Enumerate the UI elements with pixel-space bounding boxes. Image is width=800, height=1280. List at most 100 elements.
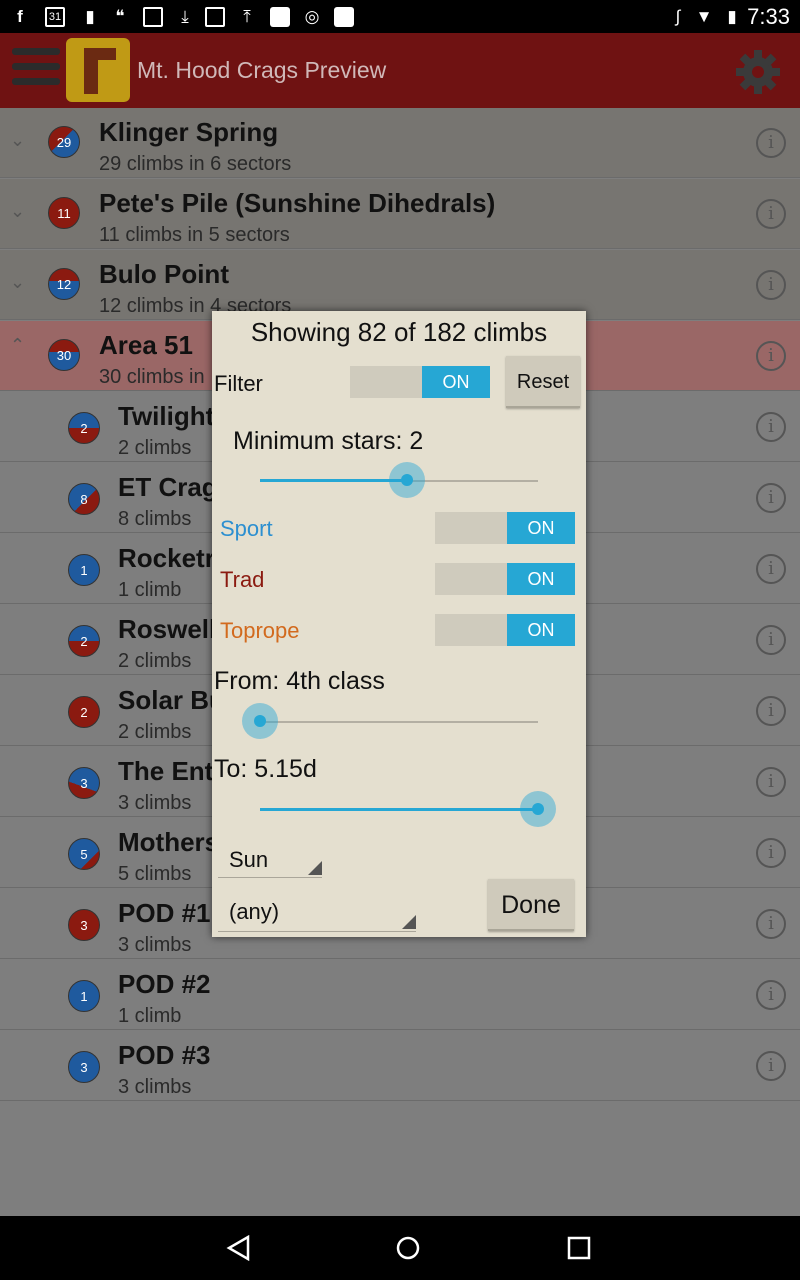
area-subtitle: 29 climbs in 6 sectors	[99, 153, 292, 175]
filter-toggle[interactable]: ON	[350, 366, 490, 398]
download-icon: ⤓	[181, 7, 189, 26]
sector-name: Solar Bu	[118, 685, 225, 715]
info-icon[interactable]: i	[756, 341, 786, 371]
toprope-toggle[interactable]: ON	[435, 614, 575, 646]
clock: 7:33	[747, 4, 790, 29]
to-grade-slider-thumb[interactable]	[520, 791, 556, 827]
info-icon[interactable]: i	[756, 199, 786, 229]
climb-count-badge: 3	[68, 767, 100, 799]
info-icon[interactable]: i	[756, 909, 786, 939]
area-row[interactable]: ⌄ 29 Klinger Spring 29 climbs in 6 secto…	[0, 108, 800, 178]
calendar-icon: 31	[45, 7, 65, 27]
recents-icon[interactable]	[566, 1235, 592, 1261]
sector-subtitle: 3 climbs	[118, 792, 192, 814]
sector-subtitle: 1 climb	[118, 579, 182, 601]
info-icon[interactable]: i	[756, 980, 786, 1010]
sector-name: ET Crag	[118, 472, 218, 502]
facebook-icon: f	[17, 7, 23, 26]
sector-name: Roswell	[118, 614, 217, 644]
climb-count-badge: 8	[68, 483, 100, 515]
sector-subtitle: 3 climbs	[118, 934, 192, 956]
info-icon[interactable]: i	[756, 767, 786, 797]
climb-count-badge: 1	[68, 554, 100, 586]
sport-label: Sport	[220, 516, 273, 541]
info-icon[interactable]: i	[756, 625, 786, 655]
climb-count-badge: 2	[68, 696, 100, 728]
sport-toggle-state: ON	[507, 512, 575, 544]
trad-toggle[interactable]: ON	[435, 563, 575, 595]
wifi-icon: ▼	[695, 7, 713, 26]
app-bar: Mt. Hood Crags Preview	[0, 33, 800, 108]
min-stars-slider-thumb[interactable]	[389, 462, 426, 498]
toprope-toggle-state: ON	[507, 614, 575, 646]
sector-subtitle: 5 climbs	[118, 863, 192, 885]
to-grade-label: To: 5.15d	[214, 755, 317, 783]
info-icon[interactable]: i	[756, 554, 786, 584]
dialog-title: Showing 82 of 182 climbs	[250, 317, 548, 347]
min-stars-label: Minimum stars: 2	[233, 427, 424, 455]
climb-count-badge: 12	[48, 268, 80, 300]
info-icon[interactable]: i	[756, 270, 786, 300]
reset-button[interactable]: Reset	[506, 356, 580, 408]
chevron-down-icon[interactable]: ⌄	[10, 130, 30, 150]
sector-subtitle: 8 climbs	[118, 508, 192, 530]
climb-count-badge: 5	[68, 838, 100, 870]
sector-subtitle: 2 climbs	[118, 721, 192, 743]
sector-name: POD #3	[118, 1040, 211, 1070]
app-title: Mt. Hood Crags Preview	[137, 57, 387, 83]
menu-icon[interactable]	[12, 48, 60, 94]
sector-name: POD #2	[118, 969, 211, 999]
info-icon[interactable]: i	[756, 838, 786, 868]
area-subtitle: 11 climbs in 5 sectors	[99, 224, 290, 246]
app-notification-icon-2	[334, 7, 354, 27]
sun-dropdown[interactable]: Sun	[218, 843, 322, 878]
climb-count-badge: 29	[48, 126, 80, 158]
settings-gear-icon[interactable]	[734, 48, 782, 96]
area-subtitle: 30 climbs in	[99, 366, 205, 388]
chevron-up-icon[interactable]: ⌃	[10, 335, 30, 355]
any-dropdown[interactable]: (any)	[218, 895, 416, 932]
filter-toggle-state: ON	[422, 366, 490, 398]
sector-name: Mothers	[118, 827, 220, 857]
toprope-label: Toprope	[220, 618, 300, 643]
home-icon[interactable]	[395, 1235, 421, 1261]
from-grade-slider-thumb[interactable]	[242, 703, 278, 739]
sector-subtitle: 3 climbs	[118, 1076, 192, 1098]
info-icon[interactable]: i	[756, 696, 786, 726]
sector-row[interactable]: 3 POD #3 3 climbs i	[0, 1031, 800, 1101]
area-row[interactable]: ⌄ 11 Pete's Pile (Sunshine Dihedrals) 11…	[0, 179, 800, 249]
area-row[interactable]: ⌄ 12 Bulo Point 12 climbs in 4 sectors i	[0, 250, 800, 320]
sector-subtitle: 2 climbs	[118, 437, 192, 459]
done-button[interactable]: Done	[488, 879, 574, 931]
chevron-down-icon[interactable]: ⌄	[10, 272, 30, 292]
status-bar: f 31 ▮ ❝ ⤓ ⤒ ◎ ∫ ▼ ▮ 7:33	[0, 0, 800, 33]
info-icon[interactable]: i	[756, 128, 786, 158]
sector-name: Rocketr	[118, 543, 215, 573]
news-icon	[205, 7, 225, 27]
filter-label: Filter	[214, 371, 263, 396]
sector-name: Twilight	[118, 401, 215, 431]
info-icon[interactable]: i	[756, 483, 786, 513]
sun-dropdown-value: Sun	[229, 847, 269, 872]
sector-row[interactable]: 1 POD #2 1 climb i	[0, 960, 800, 1030]
area-name: Pete's Pile (Sunshine Dihedrals)	[99, 188, 496, 218]
area-name: Klinger Spring	[99, 117, 279, 147]
navigation-bar	[0, 1216, 800, 1280]
info-icon[interactable]: i	[756, 1051, 786, 1081]
back-icon[interactable]	[226, 1235, 252, 1261]
climb-count-badge: 2	[68, 625, 100, 657]
from-grade-label: From: 4th class	[214, 667, 385, 695]
trad-label: Trad	[220, 567, 265, 592]
battery-icon: ▮	[727, 7, 737, 26]
climb-count-badge: 3	[68, 1051, 100, 1083]
hangouts-icon: ❝	[115, 7, 125, 26]
image-icon	[143, 7, 163, 27]
info-icon[interactable]: i	[756, 412, 786, 442]
sport-toggle[interactable]: ON	[435, 512, 575, 544]
sector-name: The Ent	[118, 756, 214, 786]
chevron-down-icon[interactable]: ⌄	[10, 201, 30, 221]
area-name: Area 51	[99, 330, 193, 360]
sector-name: POD #1	[118, 898, 211, 928]
any-dropdown-value: (any)	[229, 899, 280, 924]
climb-count-badge: 1	[68, 980, 100, 1012]
